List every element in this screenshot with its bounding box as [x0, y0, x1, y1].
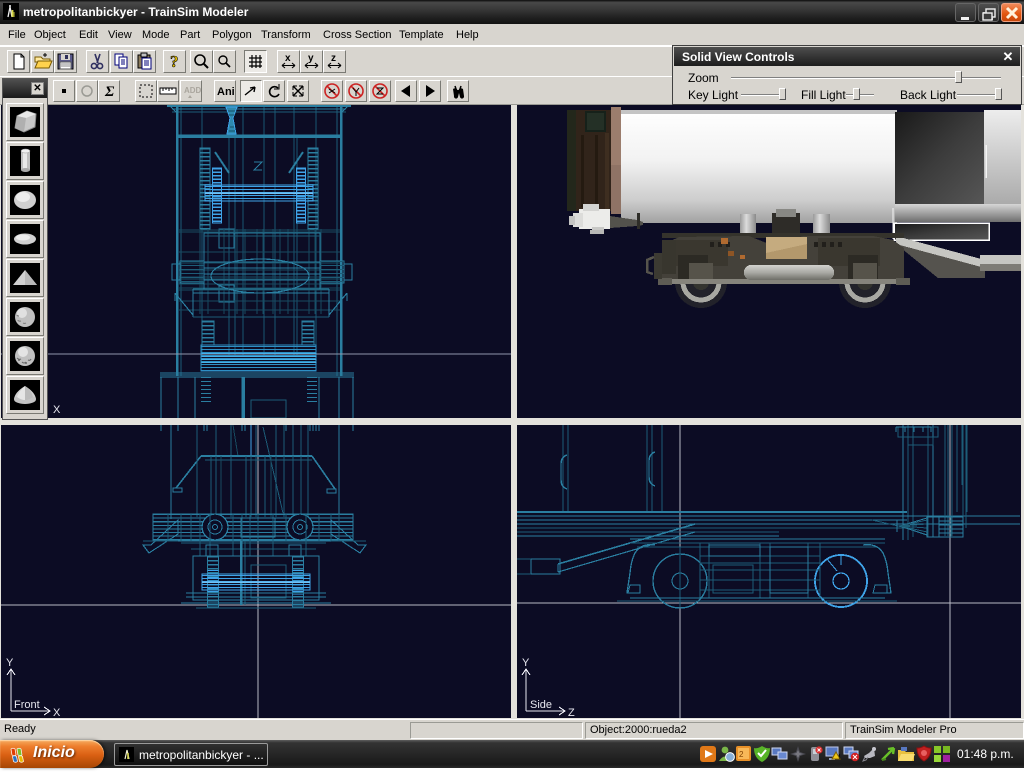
svg-text:ADD: ADD: [184, 86, 201, 95]
svg-text:Ani: Ani: [217, 86, 235, 98]
svg-text:2: 2: [739, 750, 744, 759]
svg-text:Σ: Σ: [104, 84, 115, 100]
svg-text:y: y: [308, 53, 314, 64]
svg-text:Front: Front: [14, 699, 40, 711]
svg-text:z: z: [331, 53, 336, 64]
svg-text:Side: Side: [530, 699, 552, 711]
svg-text:X: X: [53, 404, 61, 416]
svg-text:X: X: [53, 707, 61, 718]
svg-text:Y: Y: [522, 657, 530, 669]
svg-text:Z: Z: [568, 707, 575, 718]
svg-text:Y: Y: [6, 657, 14, 669]
svg-text:!: !: [839, 755, 841, 761]
svg-text:?: ?: [170, 52, 179, 71]
svg-text:x: x: [285, 53, 291, 64]
